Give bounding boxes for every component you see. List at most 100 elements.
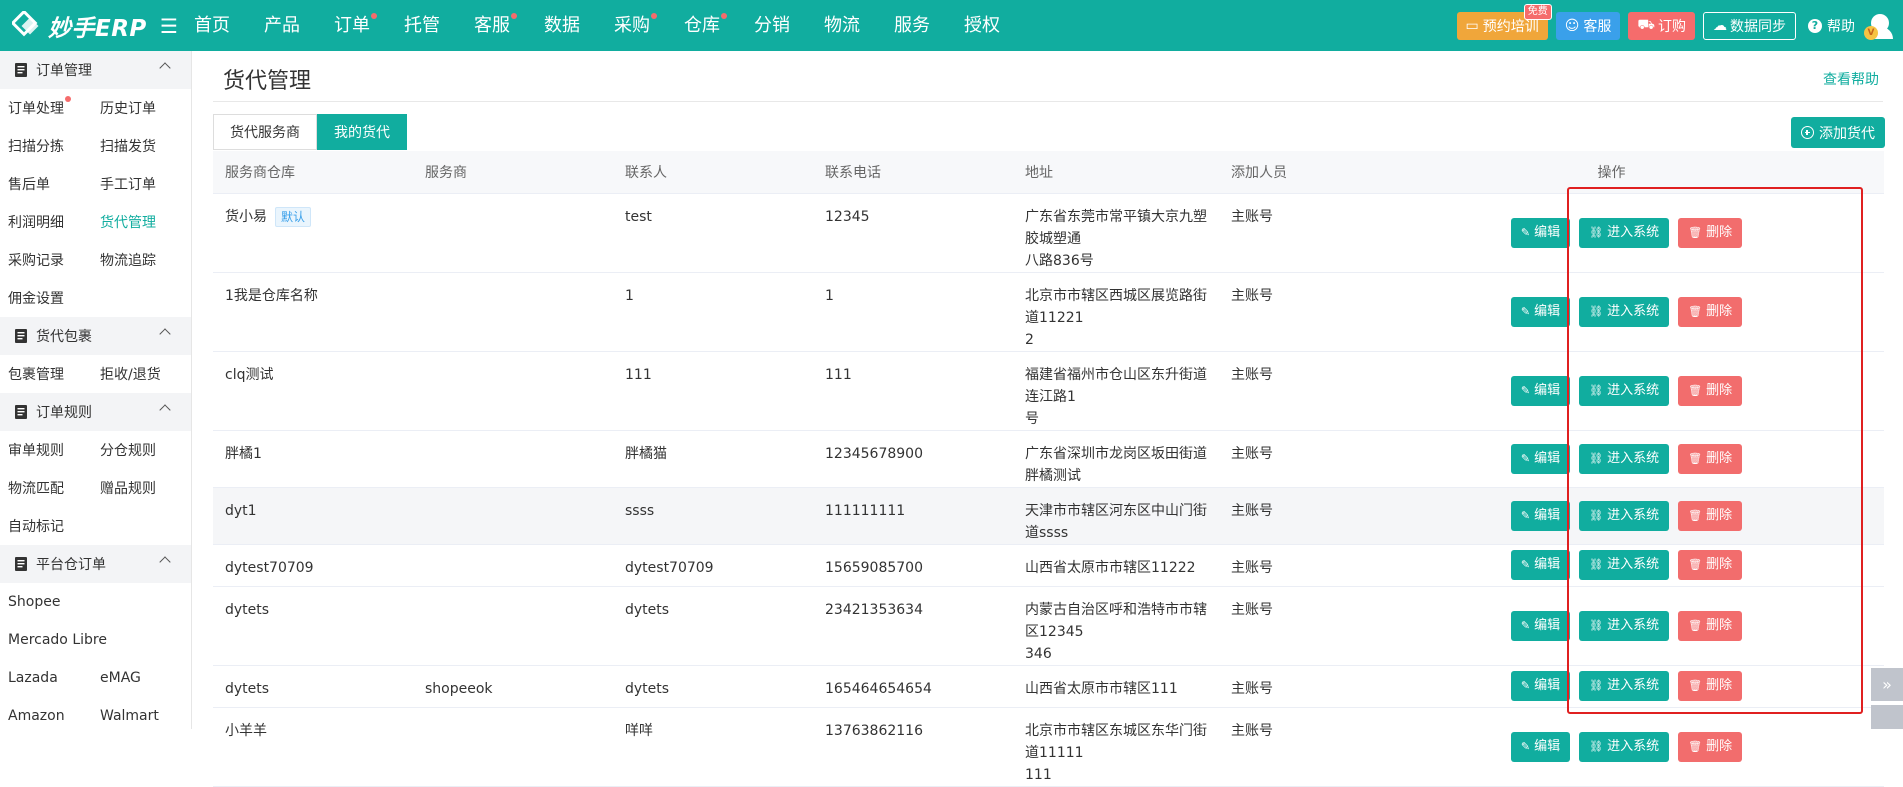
data-sync-button[interactable]: ☁ 数据同步 (1703, 11, 1796, 40)
nav-item-3[interactable]: 托管 (404, 0, 440, 51)
edit-button[interactable]: ✎ 编辑 (1510, 550, 1571, 580)
menu-toggle-icon[interactable]: ☰ (158, 0, 180, 51)
edit-button[interactable]: ✎ 编辑 (1510, 610, 1571, 641)
sidebar-group-1[interactable]: 货代包裹 (0, 317, 191, 355)
nav-item-9[interactable]: 物流 (824, 0, 860, 51)
sidebar-item[interactable]: Mercado Libre (0, 632, 107, 648)
sidebar-group-0[interactable]: 订单管理 (0, 51, 191, 89)
sidebar-item[interactable]: 扫描分拣 (0, 136, 92, 156)
nav-item-7[interactable]: 仓库 (684, 0, 727, 51)
title-divider (213, 101, 1883, 102)
sidebar-item[interactable]: 赠品规则 (92, 478, 184, 498)
cell-actions: ✎ 编辑 ⛓ 进入系统 🗑 删除 (1339, 487, 1884, 545)
sidebar-row: 采购记录 物流追踪 (0, 241, 191, 279)
sidebar-item[interactable]: 自动标记 (0, 516, 92, 536)
service-button[interactable]: ☺ 客服 (1555, 11, 1621, 40)
edit-button[interactable]: ✎ 编辑 (1510, 217, 1571, 248)
edit-button-label: 编辑 (1534, 507, 1561, 523)
user-avatar[interactable]: V (1864, 12, 1893, 40)
enter-system-button[interactable]: ⛓ 进入系统 (1579, 443, 1670, 474)
enter-system-button[interactable]: ⛓ 进入系统 (1579, 671, 1670, 701)
sidebar-item[interactable]: Amazon (0, 708, 92, 724)
sidebar-group-3[interactable]: 平台仓订单 (0, 545, 191, 583)
sidebar-item[interactable]: Walmart (92, 708, 184, 724)
sidebar-item[interactable]: 分仓规则 (92, 440, 184, 460)
help-button[interactable]: ? 帮助 (1808, 16, 1855, 36)
sidebar-item[interactable]: 利润明细 (0, 212, 92, 232)
nav-item-10[interactable]: 服务 (894, 0, 930, 51)
edit-button[interactable]: ✎ 编辑 (1510, 375, 1571, 406)
delete-button[interactable]: 🗑 删除 (1678, 443, 1743, 474)
edit-button[interactable]: ✎ 编辑 (1510, 443, 1571, 474)
rules-clipboard-icon (14, 404, 28, 420)
edit-button[interactable]: ✎ 编辑 (1510, 500, 1571, 531)
edit-button[interactable]: ✎ 编辑 (1510, 731, 1571, 762)
add-forwarder-label: 添加货代 (1819, 125, 1875, 142)
enter-system-button[interactable]: ⛓ 进入系统 (1579, 217, 1670, 248)
view-help-link[interactable]: 查看帮助 (1823, 69, 1879, 89)
link-icon: ⛓ (1589, 383, 1604, 397)
sidebar-item[interactable]: Lazada (0, 670, 92, 686)
tab-0[interactable]: 货代服务商 (213, 114, 317, 150)
enter-system-button[interactable]: ⛓ 进入系统 (1579, 375, 1670, 406)
nav-item-1[interactable]: 产品 (264, 0, 300, 51)
tab-1[interactable]: 我的货代 (317, 114, 407, 150)
nav-item-8[interactable]: 分销 (754, 0, 790, 51)
order-button[interactable]: ⛟ 订购 (1628, 11, 1695, 40)
delete-button[interactable]: 🗑 删除 (1678, 500, 1743, 531)
sidebar-item[interactable]: 包裹管理 (0, 364, 92, 384)
delete-button[interactable]: 🗑 删除 (1678, 375, 1743, 406)
warehouse-name: dyt1 (225, 502, 257, 519)
delete-button[interactable]: 🗑 删除 (1678, 550, 1743, 580)
delete-button[interactable]: 🗑 删除 (1678, 296, 1743, 327)
training-button[interactable]: ▭ 预约培训 免费 (1456, 3, 1552, 40)
delete-button[interactable]: 🗑 删除 (1678, 671, 1743, 701)
sidebar-item[interactable]: 手工订单 (92, 174, 184, 194)
enter-system-button[interactable]: ⛓ 进入系统 (1579, 550, 1670, 580)
action-group: ✎ 编辑 ⛓ 进入系统 🗑 删除 (1339, 443, 1884, 474)
nav-item-5[interactable]: 数据 (544, 0, 580, 51)
edit-button[interactable]: ✎ 编辑 (1510, 671, 1571, 701)
delete-button[interactable]: 🗑 删除 (1678, 217, 1743, 248)
edit-button-label: 编辑 (1534, 303, 1561, 319)
sidebar-item[interactable]: 历史订单 (92, 98, 184, 118)
nav-label: 客服 (474, 15, 510, 36)
sidebar-item[interactable]: 拒收/退货 (92, 364, 184, 384)
nav-item-11[interactable]: 授权 (964, 0, 1000, 51)
nav-item-6[interactable]: 采购 (614, 0, 657, 51)
sidebar-row: 审单规则 分仓规则 (0, 431, 191, 469)
sidebar-item[interactable]: Shopee (0, 594, 92, 610)
sync-label: 数据同步 (1730, 18, 1786, 35)
sidebar-item[interactable]: 采购记录 (0, 250, 92, 270)
sidebar-item[interactable]: 货代管理 (92, 212, 184, 232)
trash-icon: 🗑 (1688, 304, 1703, 318)
sidebar-item[interactable]: 物流匹配 (0, 478, 92, 498)
app-logo[interactable]: 妙手ERP (0, 0, 158, 51)
nav-item-4[interactable]: 客服 (474, 0, 517, 51)
sidebar-item[interactable]: 佣金设置 (0, 288, 92, 308)
sidebar-item[interactable]: 物流追踪 (92, 250, 184, 270)
delete-button[interactable]: 🗑 删除 (1678, 731, 1743, 762)
edit-button-label: 编辑 (1534, 450, 1561, 466)
sidebar-group-2[interactable]: 订单规则 (0, 393, 191, 431)
cloud-upload-icon: ☁ (1713, 17, 1727, 34)
nav-item-2[interactable]: 订单 (334, 0, 377, 51)
sidebar-item[interactable]: 售后单 (0, 174, 92, 194)
delete-button[interactable]: 🗑 删除 (1678, 610, 1743, 641)
enter-system-button[interactable]: ⛓ 进入系统 (1579, 296, 1670, 327)
edit-button[interactable]: ✎ 编辑 (1510, 296, 1571, 327)
nav-item-0[interactable]: 首页 (194, 0, 230, 51)
side-tool-button[interactable] (1871, 705, 1903, 729)
add-forwarder-button[interactable]: 添加货代 (1791, 117, 1885, 148)
sidebar-item[interactable]: 扫描发货 (92, 136, 184, 156)
warehouse-name: 胖橘1 (225, 445, 262, 462)
enter-system-button[interactable]: ⛓ 进入系统 (1579, 500, 1670, 531)
sidebar-item[interactable]: 审单规则 (0, 440, 92, 460)
enter-system-button[interactable]: ⛓ 进入系统 (1579, 610, 1670, 641)
sidebar-item[interactable]: eMAG (92, 670, 184, 686)
cell-adder: 主账号 (1219, 586, 1339, 666)
sidebar-item[interactable]: 订单处理 (0, 96, 92, 118)
expand-panel-icon[interactable]: » (1871, 668, 1903, 701)
delete-button-label: 删除 (1706, 224, 1733, 240)
enter-system-button[interactable]: ⛓ 进入系统 (1579, 731, 1670, 762)
